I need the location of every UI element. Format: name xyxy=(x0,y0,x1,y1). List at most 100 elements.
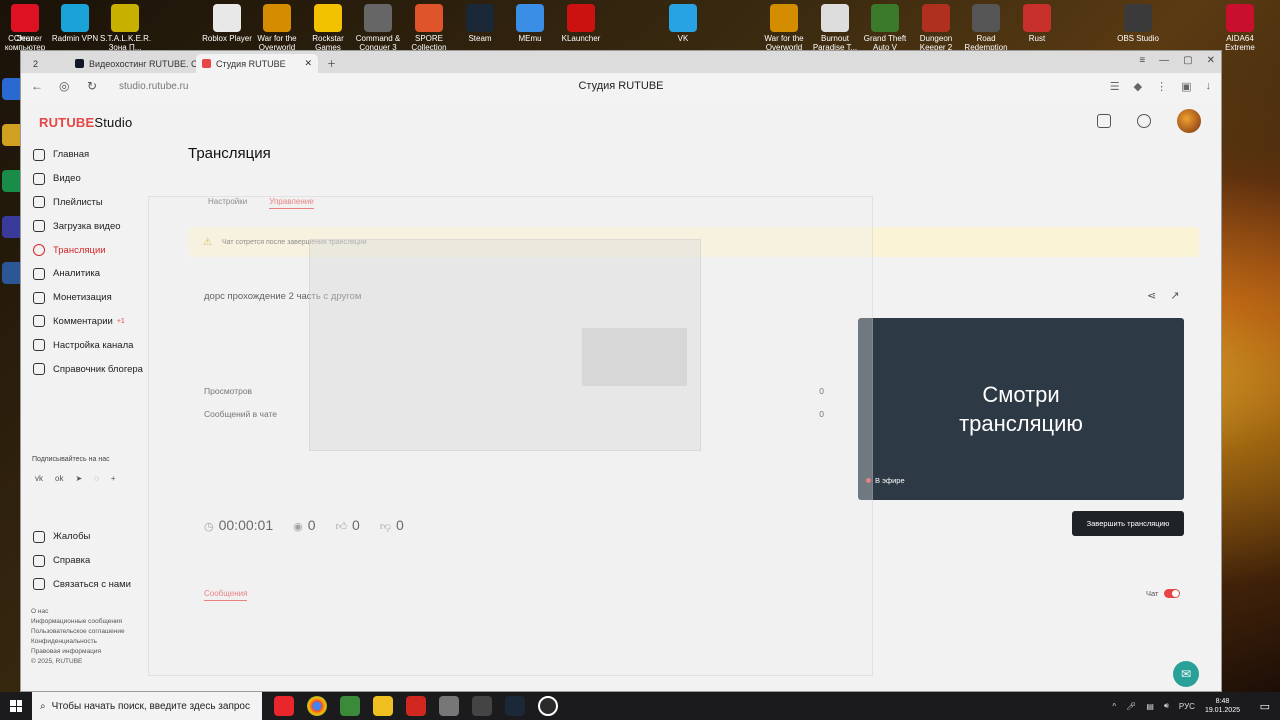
clock[interactable]: 8:48 19.01.2025 xyxy=(1205,697,1240,715)
bookmark-icon[interactable]: ◆ xyxy=(1134,80,1142,93)
desktop-shortcut[interactable]: Rockstar Games xyxy=(303,4,353,52)
desktop-shortcut[interactable]: Grand Theft Auto V xyxy=(860,4,910,52)
tab-messages[interactable]: Сообщения xyxy=(204,589,248,601)
footer-link[interactable]: © 2025, RUTUBE xyxy=(31,657,125,667)
settings-app-icon[interactable] xyxy=(439,696,459,716)
footer-link[interactable]: Информационные сообщения xyxy=(31,617,125,627)
app-icon xyxy=(314,4,342,32)
chat-switch[interactable] xyxy=(1164,589,1181,598)
vk-icon[interactable]: vk xyxy=(35,474,43,483)
desktop-shortcut[interactable]: Command & Conquer 3 xyxy=(353,4,403,52)
desktop-shortcut[interactable]: MEmu xyxy=(505,4,555,43)
desktop-shortcut[interactable]: War for the Overworld xyxy=(759,4,809,52)
upload-icon[interactable] xyxy=(1097,114,1111,128)
tab-settings[interactable]: Настройки xyxy=(208,197,247,209)
tab-rutube[interactable]: Видеохостинг RUTUBE. С... xyxy=(69,54,211,73)
url-field[interactable]: studio.rutube.ru xyxy=(119,81,189,92)
desktop-shortcut[interactable]: Dungeon Keeper 2 xyxy=(911,4,961,52)
desktop-shortcut[interactable]: Radmin VPN xyxy=(50,4,100,43)
minecraft-icon[interactable] xyxy=(340,696,360,716)
chrome-icon[interactable] xyxy=(307,696,327,716)
desktop-shortcut[interactable]: SPORE Collection xyxy=(404,4,454,52)
external-link-icon[interactable]: ↗ xyxy=(1170,289,1179,302)
desktop-shortcut[interactable]: OBS Studio xyxy=(1113,4,1163,43)
sidebar-item[interactable]: Справка xyxy=(33,549,131,573)
whatsapp-icon[interactable]: ◌ xyxy=(94,474,99,483)
start-button[interactable] xyxy=(0,692,32,720)
desktop-shortcut[interactable]: War for the Overworld xyxy=(252,4,302,52)
language-indicator[interactable]: РУС xyxy=(1179,702,1195,711)
telegram-icon[interactable]: ➤ xyxy=(75,474,82,483)
back-icon[interactable]: ← xyxy=(31,79,49,93)
tab-count[interactable]: 2 xyxy=(27,54,44,73)
desktop-shortcut[interactable]: AIDA64 Extreme xyxy=(1215,4,1265,52)
sidebar-item[interactable]: Справочник блогера xyxy=(33,357,143,381)
sidebar-item[interactable]: Загрузка видео xyxy=(33,214,143,238)
mic-icon[interactable]: 🎤︎ xyxy=(1126,702,1136,711)
tray-chevron-icon[interactable]: ^ xyxy=(1112,702,1116,711)
sidebar-item[interactable]: Комментарии +1 xyxy=(33,310,143,334)
reload-icon[interactable]: ↻ xyxy=(87,79,105,93)
network-icon[interactable]: ▤ xyxy=(1146,702,1154,711)
plus-icon[interactable]: + xyxy=(111,474,116,483)
app-icon xyxy=(770,4,798,32)
footer-link[interactable]: О нас xyxy=(31,607,125,617)
notifications-icon[interactable]: ▭ xyxy=(1260,700,1270,713)
ok-icon[interactable]: ok xyxy=(55,474,63,483)
collections-icon[interactable]: ▣ xyxy=(1181,80,1191,93)
sidebar-item[interactable]: Связаться с нами xyxy=(33,573,131,597)
maximize-icon[interactable]: ▢ xyxy=(1183,55,1192,66)
help-chat-icon[interactable]: ✉ xyxy=(1173,661,1199,687)
address-actions: ☰ ◆ ⋮ ▣ ↓ xyxy=(1110,80,1211,93)
close-tab-icon[interactable]: ✕ xyxy=(304,58,312,69)
desktop-shortcut[interactable]: Roblox Player xyxy=(202,4,252,43)
rutube-studio-logo[interactable]: RUTUBEStudio xyxy=(39,115,132,130)
footer-link[interactable]: Правовая информация xyxy=(31,647,125,657)
new-tab-button[interactable]: ＋ xyxy=(321,54,342,73)
tab-management[interactable]: Управление xyxy=(269,197,314,209)
yandex-icon[interactable] xyxy=(406,696,426,716)
sidebar-item[interactable]: Жалобы xyxy=(33,525,131,549)
sidebar-item[interactable]: Монетизация xyxy=(33,286,143,310)
desktop-shortcut[interactable]: KLauncher xyxy=(556,4,606,43)
bell-icon[interactable] xyxy=(1137,114,1151,128)
app-icon[interactable] xyxy=(373,696,393,716)
share-icon[interactable]: ⋖ xyxy=(1147,289,1156,302)
stat-label: Сообщений в чате xyxy=(204,409,278,419)
desktop-shortcut[interactable]: Burnout Paradise T... xyxy=(810,4,860,52)
sidebar-item[interactable]: Плейлисты xyxy=(33,191,143,215)
sidebar-item[interactable]: Видео xyxy=(33,167,143,191)
desktop-shortcut[interactable]: Road Redemption xyxy=(961,4,1011,52)
like-icon: 👍︎ xyxy=(335,521,348,533)
desktop-shortcut[interactable]: CCleaner xyxy=(0,4,50,43)
more-icon[interactable]: ⋮ xyxy=(1156,80,1167,93)
sidebar-item[interactable]: Настройка канала xyxy=(33,333,143,357)
epic-icon[interactable] xyxy=(472,696,492,716)
desktop-shortcut[interactable]: Rust xyxy=(1012,4,1062,43)
sidebar-item[interactable]: Аналитика xyxy=(33,262,143,286)
stream-preview[interactable]: Смотри трансляцию В эфире xyxy=(858,318,1184,500)
date: 19.01.2025 xyxy=(1204,707,1240,714)
tab-studio[interactable]: Студия RUTUBE ✕ xyxy=(196,54,318,73)
menu-icon[interactable]: ≡ xyxy=(1139,55,1145,66)
desktop-shortcut[interactable]: VK xyxy=(658,4,708,43)
volume-icon[interactable]: 🔊︎ xyxy=(1164,701,1169,711)
footer-link[interactable]: Пользовательское соглашение xyxy=(31,627,125,637)
obs-icon[interactable] xyxy=(538,696,558,716)
protect-icon[interactable]: ◎ xyxy=(59,79,77,93)
minimize-icon[interactable]: — xyxy=(1159,55,1169,66)
yandex-browser-icon[interactable] xyxy=(274,696,294,716)
desktop-shortcut[interactable]: Steam xyxy=(455,4,505,43)
sidebar-item[interactable]: Трансляции xyxy=(33,238,143,262)
tabs-icon[interactable]: ☰ xyxy=(1110,80,1120,93)
steam-icon[interactable] xyxy=(505,696,525,716)
desktop-shortcut[interactable]: S.T.A.L.K.E.R. Зона П... xyxy=(100,4,151,52)
footer-link[interactable]: Конфиденциальность xyxy=(31,637,125,647)
taskbar-search[interactable]: ⌕ Чтобы начать поиск, введите здесь запр… xyxy=(32,692,262,720)
end-stream-button[interactable]: Завершить трансляцию xyxy=(1072,511,1184,536)
chat-toggle[interactable]: Чат xyxy=(1146,589,1181,598)
close-window-icon[interactable]: ✕ xyxy=(1207,55,1215,66)
avatar[interactable] xyxy=(1177,109,1201,133)
download-icon[interactable]: ↓ xyxy=(1206,80,1212,93)
sidebar-item[interactable]: Главная xyxy=(33,143,143,167)
